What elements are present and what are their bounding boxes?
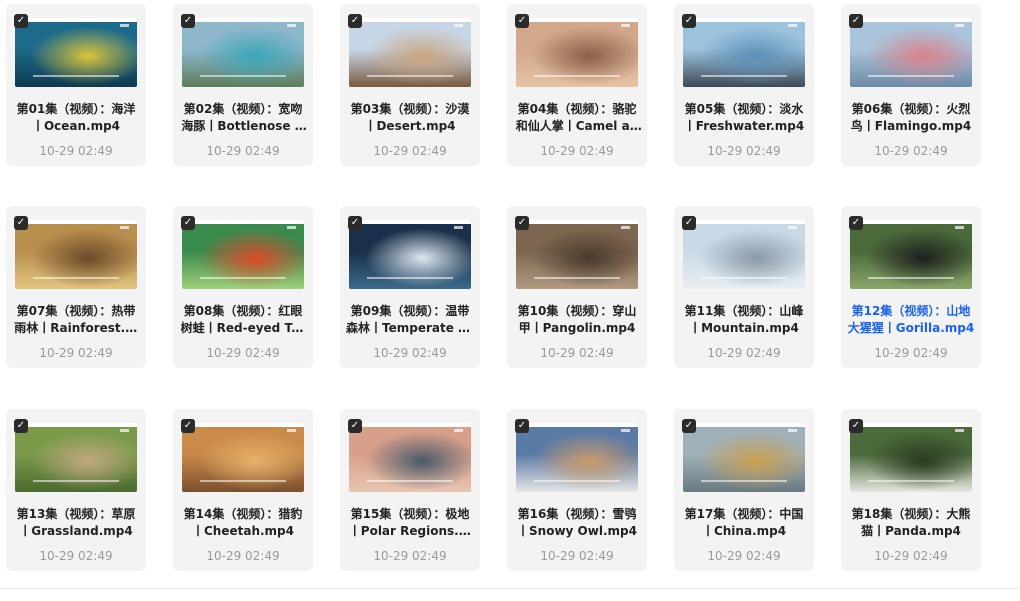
file-card[interactable]: ✓ 第13集（视频）：草原丨Grassland.mp4 10-29 02:49 bbox=[6, 409, 146, 571]
file-date: 10-29 02:49 bbox=[707, 346, 781, 360]
checkbox-checked-icon[interactable]: ✓ bbox=[849, 14, 863, 28]
video-thumbnail[interactable] bbox=[349, 423, 471, 492]
file-card[interactable]: ✓ 第14集（视频）：猎豹丨Cheetah.mp4 10-29 02:49 bbox=[173, 409, 313, 571]
file-name[interactable]: 第07集（视频）：热带雨林丨Rainforest.mp4 bbox=[12, 303, 140, 337]
file-name[interactable]: 第03集（视频）：沙漠丨Desert.mp4 bbox=[346, 101, 474, 135]
checkbox-checked-icon[interactable]: ✓ bbox=[682, 419, 696, 433]
file-name[interactable]: 第14集（视频）：猎豹丨Cheetah.mp4 bbox=[179, 506, 307, 540]
video-thumbnail[interactable] bbox=[15, 18, 137, 87]
video-thumbnail[interactable] bbox=[15, 423, 137, 492]
file-name[interactable]: 第16集（视频）：雪鸮丨Snowy Owl.mp4 bbox=[513, 506, 641, 540]
file-name[interactable]: 第05集（视频）：淡水丨Freshwater.mp4 bbox=[680, 101, 808, 135]
file-date: 10-29 02:49 bbox=[707, 144, 781, 158]
video-thumbnail[interactable] bbox=[683, 423, 805, 492]
checkbox-checked-icon[interactable]: ✓ bbox=[348, 14, 362, 28]
checkbox-checked-icon[interactable]: ✓ bbox=[181, 216, 195, 230]
divider bbox=[0, 588, 1020, 589]
file-card[interactable]: ✓ 第07集（视频）：热带雨林丨Rainforest.mp4 10-29 02:49 bbox=[6, 206, 146, 368]
file-card[interactable]: ✓ 第08集（视频）：红眼树蛙丨Red-eyed Tree Frog.mp4 10-… bbox=[173, 206, 313, 368]
file-name[interactable]: 第08集（视频）：红眼树蛙丨Red-eyed Tree Frog.mp4 bbox=[179, 303, 307, 337]
file-date: 10-29 02:49 bbox=[206, 144, 280, 158]
file-card[interactable]: ✓ 第04集（视频）：骆驼和仙人掌丨Camel and Cactus.mp4 10-… bbox=[507, 4, 647, 166]
checkbox-checked-icon[interactable]: ✓ bbox=[682, 216, 696, 230]
video-thumbnail[interactable] bbox=[349, 220, 471, 289]
file-card[interactable]: ✓ 第05集（视频）：淡水丨Freshwater.mp4 10-29 02:49 bbox=[674, 4, 814, 166]
checkbox-checked-icon[interactable]: ✓ bbox=[515, 419, 529, 433]
file-date: 10-29 02:49 bbox=[206, 346, 280, 360]
file-name[interactable]: 第04集（视频）：骆驼和仙人掌丨Camel and Cactus.mp4 bbox=[513, 101, 641, 135]
file-date: 10-29 02:49 bbox=[540, 144, 614, 158]
file-name[interactable]: 第18集（视频）：大熊猫丨Panda.mp4 bbox=[847, 506, 975, 540]
checkbox-checked-icon[interactable]: ✓ bbox=[181, 14, 195, 28]
file-card[interactable]: ✓ 第09集（视频）：温带森林丨Temperate Forest.mp4 10-29… bbox=[340, 206, 480, 368]
file-date: 10-29 02:49 bbox=[540, 346, 614, 360]
file-name[interactable]: 第10集（视频）：穿山甲丨Pangolin.mp4 bbox=[513, 303, 641, 337]
file-name[interactable]: 第15集（视频）：极地丨Polar Regions.mp4 bbox=[346, 506, 474, 540]
checkbox-checked-icon[interactable]: ✓ bbox=[682, 14, 696, 28]
video-thumbnail[interactable] bbox=[850, 220, 972, 289]
file-card[interactable]: ✓ 第15集（视频）：极地丨Polar Regions.mp4 10-29 02:4… bbox=[340, 409, 480, 571]
video-thumbnail[interactable] bbox=[182, 423, 304, 492]
file-card[interactable]: ✓ 第02集（视频）：宽吻海豚丨Bottlenose Dolphin.mp4 10-… bbox=[173, 4, 313, 166]
file-name[interactable]: 第12集（视频）：山地大猩猩丨Gorilla.mp4 bbox=[847, 303, 975, 337]
file-date: 10-29 02:49 bbox=[373, 549, 447, 563]
file-name[interactable]: 第09集（视频）：温带森林丨Temperate Forest.mp4 bbox=[346, 303, 474, 337]
video-thumbnail[interactable] bbox=[516, 18, 638, 87]
checkbox-checked-icon[interactable]: ✓ bbox=[14, 14, 28, 28]
file-name[interactable]: 第02集（视频）：宽吻海豚丨Bottlenose Dolphin.mp4 bbox=[179, 101, 307, 135]
checkbox-checked-icon[interactable]: ✓ bbox=[515, 14, 529, 28]
checkbox-checked-icon[interactable]: ✓ bbox=[14, 216, 28, 230]
video-thumbnail[interactable] bbox=[182, 220, 304, 289]
checkbox-checked-icon[interactable]: ✓ bbox=[849, 419, 863, 433]
checkbox-checked-icon[interactable]: ✓ bbox=[849, 216, 863, 230]
file-date: 10-29 02:49 bbox=[874, 549, 948, 563]
video-thumbnail[interactable] bbox=[349, 18, 471, 87]
file-date: 10-29 02:49 bbox=[373, 144, 447, 158]
file-date: 10-29 02:49 bbox=[540, 549, 614, 563]
video-thumbnail[interactable] bbox=[683, 18, 805, 87]
file-date: 10-29 02:49 bbox=[874, 346, 948, 360]
file-name[interactable]: 第13集（视频）：草原丨Grassland.mp4 bbox=[12, 506, 140, 540]
video-thumbnail[interactable] bbox=[15, 220, 137, 289]
file-card[interactable]: ✓ 第17集（视频）：中国丨China.mp4 10-29 02:49 bbox=[674, 409, 814, 571]
file-date: 10-29 02:49 bbox=[39, 549, 113, 563]
file-card[interactable]: ✓ 第18集（视频）：大熊猫丨Panda.mp4 10-29 02:49 bbox=[841, 409, 981, 571]
file-name[interactable]: 第01集（视频）：海洋丨Ocean.mp4 bbox=[12, 101, 140, 135]
checkbox-checked-icon[interactable]: ✓ bbox=[14, 419, 28, 433]
file-card[interactable]: ✓ 第11集（视频）：山峰丨Mountain.mp4 10-29 02:49 bbox=[674, 206, 814, 368]
file-name[interactable]: 第11集（视频）：山峰丨Mountain.mp4 bbox=[680, 303, 808, 337]
file-name[interactable]: 第17集（视频）：中国丨China.mp4 bbox=[680, 506, 808, 540]
checkbox-checked-icon[interactable]: ✓ bbox=[181, 419, 195, 433]
checkbox-checked-icon[interactable]: ✓ bbox=[348, 419, 362, 433]
checkbox-checked-icon[interactable]: ✓ bbox=[515, 216, 529, 230]
file-date: 10-29 02:49 bbox=[39, 346, 113, 360]
video-thumbnail[interactable] bbox=[516, 220, 638, 289]
file-date: 10-29 02:49 bbox=[707, 549, 781, 563]
video-thumbnail[interactable] bbox=[850, 423, 972, 492]
file-card[interactable]: ✓ 第16集（视频）：雪鸮丨Snowy Owl.mp4 10-29 02:49 bbox=[507, 409, 647, 571]
video-thumbnail[interactable] bbox=[850, 18, 972, 87]
checkbox-checked-icon[interactable]: ✓ bbox=[348, 216, 362, 230]
video-thumbnail[interactable] bbox=[516, 423, 638, 492]
video-thumbnail[interactable] bbox=[182, 18, 304, 87]
file-date: 10-29 02:49 bbox=[373, 346, 447, 360]
file-card[interactable]: ✓ 第01集（视频）：海洋丨Ocean.mp4 10-29 02:49 bbox=[6, 4, 146, 166]
file-name[interactable]: 第06集（视频）：火烈鸟丨Flamingo.mp4 bbox=[847, 101, 975, 135]
file-grid: ✓ 第01集（视频）：海洋丨Ocean.mp4 10-29 02:49 ✓ 第02集（视… bbox=[0, 0, 1020, 601]
file-date: 10-29 02:49 bbox=[39, 144, 113, 158]
file-card[interactable]: ✓ 第10集（视频）：穿山甲丨Pangolin.mp4 10-29 02:49 bbox=[507, 206, 647, 368]
file-card[interactable]: ✓ 第03集（视频）：沙漠丨Desert.mp4 10-29 02:49 bbox=[340, 4, 480, 166]
file-card[interactable]: ✓ 第12集（视频）：山地大猩猩丨Gorilla.mp4 10-29 02:49 bbox=[841, 206, 981, 368]
file-date: 10-29 02:49 bbox=[206, 549, 280, 563]
video-thumbnail[interactable] bbox=[683, 220, 805, 289]
file-card[interactable]: ✓ 第06集（视频）：火烈鸟丨Flamingo.mp4 10-29 02:49 bbox=[841, 4, 981, 166]
file-date: 10-29 02:49 bbox=[874, 144, 948, 158]
